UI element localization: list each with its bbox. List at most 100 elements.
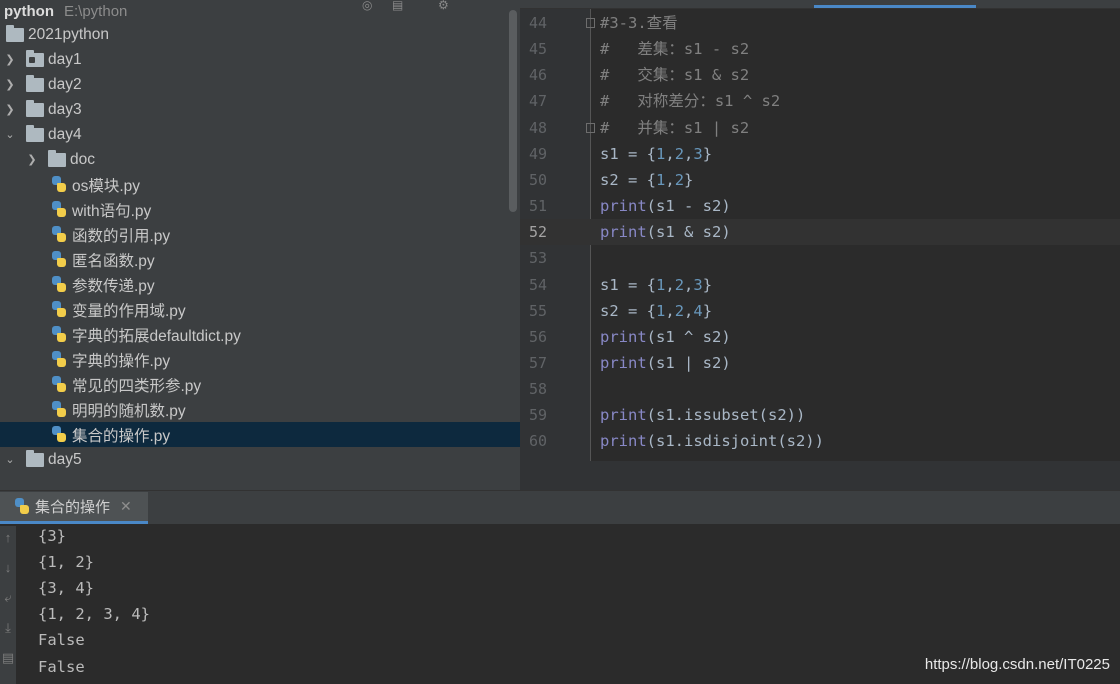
tree-label: day3 — [48, 100, 82, 118]
locate-icon[interactable]: ◎ — [362, 0, 372, 12]
tree-file[interactable]: 匿名函数.py — [0, 247, 520, 272]
chevron-right-icon[interactable]: ❯ — [2, 78, 18, 91]
tree-label: with语句.py — [72, 202, 152, 220]
code-text: # 并集：s1 | s2 — [600, 118, 750, 137]
tree-file[interactable]: 参数传递.py — [0, 272, 520, 297]
console-output-line: {1, 2, 3, 4} — [38, 605, 150, 624]
arrow-down-icon[interactable]: ↓ — [1, 560, 15, 575]
tree-folder-day5[interactable]: ⌄ day5 — [0, 447, 520, 472]
tree-file[interactable]: 字典的操作.py — [0, 347, 520, 372]
tree-label: 字典的拓展defaultdict.py — [72, 327, 241, 345]
code-text: s2 = {1,2,4} — [600, 301, 713, 320]
fold-marker-icon[interactable] — [586, 122, 595, 133]
tree-file[interactable]: 字典的拓展defaultdict.py — [0, 322, 520, 347]
tree-label: 变量的作用域.py — [72, 302, 186, 320]
editor-tab[interactable] — [670, 0, 800, 8]
tree-file[interactable]: 函数的引用.py — [0, 222, 520, 247]
chevron-right-icon[interactable]: ❯ — [2, 103, 18, 116]
python-file-icon — [51, 301, 67, 318]
python-file-icon — [51, 201, 67, 218]
line-number: 58 — [528, 380, 547, 399]
code-text: # 交集：s1 & s2 — [600, 66, 750, 85]
line-number: 49 — [528, 144, 547, 163]
code-text: print(s1.isdisjoint(s2)) — [600, 432, 824, 451]
python-file-icon — [14, 498, 30, 515]
tree-folder-doc[interactable]: ❯ doc — [0, 147, 520, 172]
code-text: s1 = {1,2,3} — [600, 275, 713, 294]
tree-label: day2 — [48, 75, 82, 93]
tree-scrollbar[interactable] — [509, 10, 517, 212]
tree-file[interactable]: 常见的四类形参.py — [0, 372, 520, 397]
code-line[interactable]: 57 print(s1 | s2) — [520, 350, 1120, 376]
code-line[interactable]: 58 — [520, 376, 1120, 402]
line-number: 46 — [528, 66, 547, 85]
project-name[interactable]: python — [4, 3, 54, 20]
project-path: E:\python — [64, 2, 128, 20]
chevron-down-icon[interactable]: ⌄ — [2, 128, 18, 141]
code-line[interactable]: 47 # 对称差分：s1 ^ s2 — [520, 88, 1120, 114]
console-output-line: False — [38, 657, 85, 676]
tree-file[interactable]: 变量的作用域.py — [0, 297, 520, 322]
print-icon[interactable]: ▤ — [1, 650, 15, 666]
tree-file[interactable]: os模块.py — [0, 172, 520, 197]
tree-file[interactable]: 明明的随机数.py — [0, 397, 520, 422]
code-line[interactable]: 46 # 交集：s1 & s2 — [520, 62, 1120, 88]
code-line[interactable]: 53 — [520, 245, 1120, 271]
settings-icon[interactable]: ⚙ — [438, 0, 449, 12]
chevron-down-icon[interactable]: ⌄ — [2, 453, 18, 466]
python-file-icon — [51, 376, 67, 393]
tree-folder-day3[interactable]: ❯ day3 — [0, 97, 520, 122]
code-line[interactable]: 48 # 并集：s1 | s2 — [520, 115, 1120, 141]
chevron-right-icon[interactable]: ❯ — [2, 53, 18, 66]
tree-label: day1 — [48, 50, 82, 68]
python-file-icon — [51, 176, 67, 193]
code-editor[interactable]: 44 #3-3.查看 45 # 差集：s1 - s2 46 # 交集：s1 & s2 47 #… — [520, 0, 1120, 490]
tree-label: day5 — [48, 450, 82, 468]
tree-folder-day2[interactable]: ❯ day2 — [0, 72, 520, 97]
close-icon[interactable]: ✕ — [120, 498, 132, 515]
code-text: # 对称差分：s1 ^ s2 — [600, 92, 781, 111]
tree-folder-day1[interactable]: ❯ day1 — [0, 47, 520, 72]
code-line[interactable]: 55 s2 = {1,2,4} — [520, 298, 1120, 324]
code-line[interactable]: 59 print(s1.issubset(s2)) — [520, 402, 1120, 428]
tree-root-2021python[interactable]: 2021python — [0, 22, 520, 47]
chevron-right-icon[interactable]: ❯ — [24, 153, 40, 166]
tree-file[interactable]: 集合的操作.py — [0, 422, 520, 447]
line-number: 53 — [528, 249, 547, 268]
code-line[interactable]: 49 s1 = {1,2,3} — [520, 141, 1120, 167]
code-line[interactable]: 60 print(s1.isdisjoint(s2)) — [520, 428, 1120, 454]
line-number: 51 — [528, 197, 547, 216]
code-text: # 差集：s1 - s2 — [600, 40, 750, 59]
line-number: 56 — [528, 327, 547, 346]
code-line[interactable]: 52 print(s1 & s2) — [520, 219, 1120, 246]
code-line[interactable]: 51 print(s1 - s2) — [520, 193, 1120, 219]
code-text: print(s1 - s2) — [600, 197, 731, 216]
collapse-icon[interactable]: ▤ — [392, 0, 403, 12]
line-number: 50 — [528, 170, 547, 189]
editor-tab[interactable] — [530, 0, 660, 8]
code-line[interactable]: 50 s2 = {1,2} — [520, 167, 1120, 193]
line-number: 52 — [528, 223, 547, 242]
run-tab[interactable]: 集合的操作 ✕ — [0, 492, 148, 524]
python-file-icon — [51, 426, 67, 443]
editor-tab-active[interactable] — [814, 0, 976, 8]
code-line[interactable]: 56 print(s1 ^ s2) — [520, 324, 1120, 350]
scroll-to-end-icon[interactable]: ⤓ — [1, 620, 15, 636]
soft-wrap-icon[interactable]: ⤶ — [1, 590, 15, 606]
tree-label: 明明的随机数.py — [72, 402, 186, 420]
code-text: print(s1.issubset(s2)) — [600, 406, 806, 425]
code-line[interactable]: 45 # 差集：s1 - s2 — [520, 36, 1120, 62]
folder-icon — [48, 149, 66, 167]
code-text: s2 = {1,2} — [600, 170, 694, 189]
code-line[interactable]: 54 s1 = {1,2,3} — [520, 272, 1120, 298]
fold-marker-icon[interactable] — [586, 18, 595, 28]
folder-icon — [6, 24, 24, 42]
run-tool-window: 集合的操作 ✕ ↑ ↓ ⤶ ⤓ ▤ {3} {1, 2} {3, 4} {1, 2, … — [0, 490, 1120, 684]
python-file-icon — [51, 226, 67, 243]
folder-icon — [26, 124, 44, 142]
code-line[interactable]: 44 #3-3.查看 — [520, 10, 1120, 36]
arrow-up-icon[interactable]: ↑ — [1, 530, 15, 545]
editor-bottom-area — [520, 461, 1120, 490]
tree-folder-day4[interactable]: ⌄ day4 — [0, 122, 520, 147]
tree-file[interactable]: with语句.py — [0, 197, 520, 222]
